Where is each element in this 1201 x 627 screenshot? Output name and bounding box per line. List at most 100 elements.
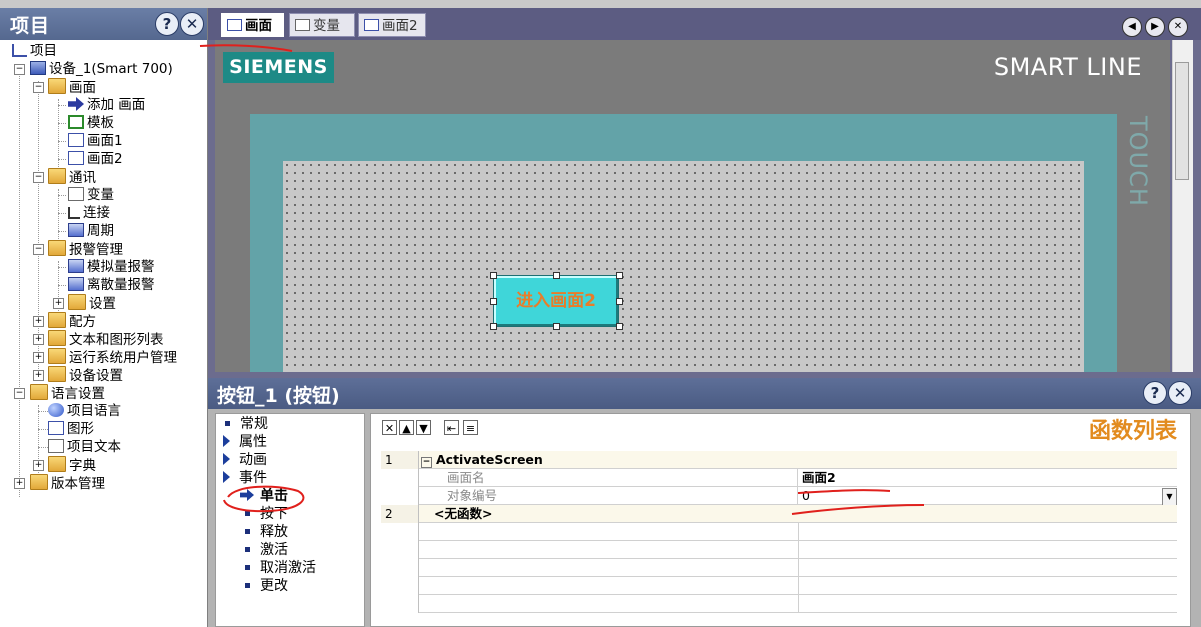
event-release[interactable]: 释放	[245, 523, 288, 541]
move-down-icon[interactable]: ▼	[416, 420, 431, 435]
dropdown-arrow-icon[interactable]: ▼	[1162, 488, 1177, 506]
category-properties[interactable]: 属性	[223, 433, 267, 451]
expand-device-settings-button[interactable]: +	[33, 370, 44, 381]
category-general[interactable]: 常规	[225, 415, 268, 433]
hmi-screen-canvas[interactable]	[283, 161, 1084, 372]
tree-item-runtime-user-admin[interactable]: 运行系统用户管理	[48, 348, 177, 366]
tree-item-add-screen[interactable]: 添加 画面	[68, 96, 145, 114]
help-icon[interactable]: ?	[155, 12, 179, 36]
selection-handle[interactable]	[616, 298, 623, 305]
project-panel: 项目 ? ✕ 项目 − 设备_1(Smart 700) − 画面 添加 画面 模…	[0, 8, 208, 627]
tree-item-project[interactable]: 项目	[12, 42, 57, 60]
tree-item-alarm-management[interactable]: 报警管理	[48, 240, 123, 258]
delete-function-icon[interactable]: ✕	[382, 420, 397, 435]
category-events[interactable]: 事件	[223, 469, 267, 487]
selection-handle[interactable]	[490, 298, 497, 305]
bullet-icon	[225, 421, 230, 426]
empty-row[interactable]	[381, 541, 1177, 559]
tree-item-version-management[interactable]: 版本管理	[30, 474, 105, 492]
folder-icon	[48, 456, 66, 472]
tree-item-dictionaries[interactable]: 字典	[48, 456, 96, 474]
tree-item-screens[interactable]: 画面	[48, 78, 96, 96]
tree-item-text-graphic-lists[interactable]: 文本和图形列表	[48, 330, 164, 348]
selection-handle[interactable]	[616, 272, 623, 279]
event-deactivate[interactable]: 取消激活	[245, 559, 316, 577]
tree-item-project-languages[interactable]: 项目语言	[48, 402, 121, 420]
expand-version-management-button[interactable]: +	[14, 478, 25, 489]
event-activate[interactable]: 激活	[245, 541, 288, 559]
tab-tags[interactable]: 变量	[289, 13, 355, 37]
tree-item-communication[interactable]: 通讯	[48, 168, 96, 186]
close-editor-icon[interactable]: ✕	[1168, 17, 1188, 37]
scroll-tabs-left-icon[interactable]: ◀	[1122, 17, 1142, 37]
text-icon	[48, 439, 64, 453]
tree-item-template[interactable]: 模板	[68, 114, 114, 132]
tree-item-screen1[interactable]: 画面1	[68, 132, 123, 150]
selection-handle[interactable]	[490, 323, 497, 330]
empty-row[interactable]	[381, 559, 1177, 577]
folder-icon	[48, 330, 66, 346]
help-icon[interactable]: ?	[1143, 381, 1167, 405]
hmi-button-goto-screen2[interactable]: 进入画面2	[493, 275, 619, 327]
expand-alarm-management-button[interactable]: −	[33, 244, 44, 255]
close-icon[interactable]: ✕	[1168, 381, 1192, 405]
expand-communication-button[interactable]: −	[33, 172, 44, 183]
collapse-icon[interactable]: −	[421, 457, 432, 468]
function-row[interactable]: 2 <无函数>	[381, 505, 1177, 523]
event-change[interactable]: 更改	[245, 577, 288, 595]
expand-language-settings-button[interactable]: −	[14, 388, 25, 399]
function-row[interactable]: 1 − ActivateScreen	[381, 451, 1177, 469]
tree-item-project-texts[interactable]: 项目文本	[48, 438, 121, 456]
list-icon[interactable]: ≡	[463, 420, 478, 435]
graphics-icon	[48, 421, 64, 435]
empty-row[interactable]	[381, 577, 1177, 595]
editor-tab-bar: 画面1 变量 画面2 ◀ ▶ ✕	[208, 8, 1201, 58]
event-press[interactable]: 按下	[245, 505, 288, 523]
scroll-tabs-right-icon[interactable]: ▶	[1145, 17, 1165, 37]
indent-icon[interactable]: ⇤	[444, 420, 459, 435]
tree-item-alarm-settings[interactable]: 设置	[68, 294, 116, 312]
function-name: <无函数>	[434, 506, 493, 521]
tree-item-screen2[interactable]: 画面2	[68, 150, 123, 168]
expand-screens-button[interactable]: −	[33, 82, 44, 93]
expand-alarm-settings-button[interactable]: +	[53, 298, 64, 309]
tree-item-discrete-alarms[interactable]: 离散量报警	[68, 276, 155, 294]
parameter-row[interactable]: 对象编号 0 ▼	[381, 487, 1177, 506]
tree-item-device[interactable]: 设备_1(Smart 700)	[30, 60, 173, 78]
expand-recipes-button[interactable]: +	[33, 316, 44, 327]
analog-alarm-icon	[68, 259, 84, 273]
event-click[interactable]: 单击	[240, 487, 288, 505]
selection-handle[interactable]	[553, 272, 560, 279]
parameter-row[interactable]: 画面名 画面2	[381, 469, 1177, 487]
close-icon[interactable]: ✕	[180, 12, 204, 36]
parameter-value[interactable]: 画面2	[802, 469, 836, 487]
selection-handle[interactable]	[553, 323, 560, 330]
tree-item-analog-alarms[interactable]: 模拟量报警	[68, 258, 155, 276]
tree-item-language-settings[interactable]: 语言设置	[30, 384, 105, 402]
expand-triangle-icon	[223, 453, 230, 465]
tree-item-graphics[interactable]: 图形	[48, 420, 94, 438]
move-up-icon[interactable]: ▲	[399, 420, 414, 435]
tree-item-recipes[interactable]: 配方	[48, 312, 96, 330]
tree-item-cycles[interactable]: 周期	[68, 222, 114, 240]
expand-device-button[interactable]: −	[14, 64, 25, 75]
add-screen-arrow-icon	[68, 97, 84, 111]
tree-item-device-settings[interactable]: 设备设置	[48, 366, 123, 384]
template-icon	[68, 115, 84, 129]
expand-dictionaries-button[interactable]: +	[33, 460, 44, 471]
tree-item-tags[interactable]: 变量	[68, 186, 114, 204]
selection-handle[interactable]	[490, 272, 497, 279]
tab-screen2[interactable]: 画面2	[358, 13, 426, 37]
tree-item-connections[interactable]: 连接	[68, 204, 110, 222]
connection-icon	[68, 207, 80, 219]
selection-handle[interactable]	[616, 323, 623, 330]
scrollbar-thumb[interactable]	[1175, 62, 1189, 180]
object-number-input[interactable]: 0	[802, 487, 810, 505]
expand-text-graphic-lists-button[interactable]: +	[33, 334, 44, 345]
empty-row[interactable]	[381, 523, 1177, 541]
expand-user-admin-button[interactable]: +	[33, 352, 44, 363]
tab-screen1[interactable]: 画面1	[221, 13, 284, 58]
category-animations[interactable]: 动画	[223, 451, 267, 469]
empty-row[interactable]	[381, 595, 1177, 613]
properties-header: ? ✕	[208, 378, 1201, 409]
